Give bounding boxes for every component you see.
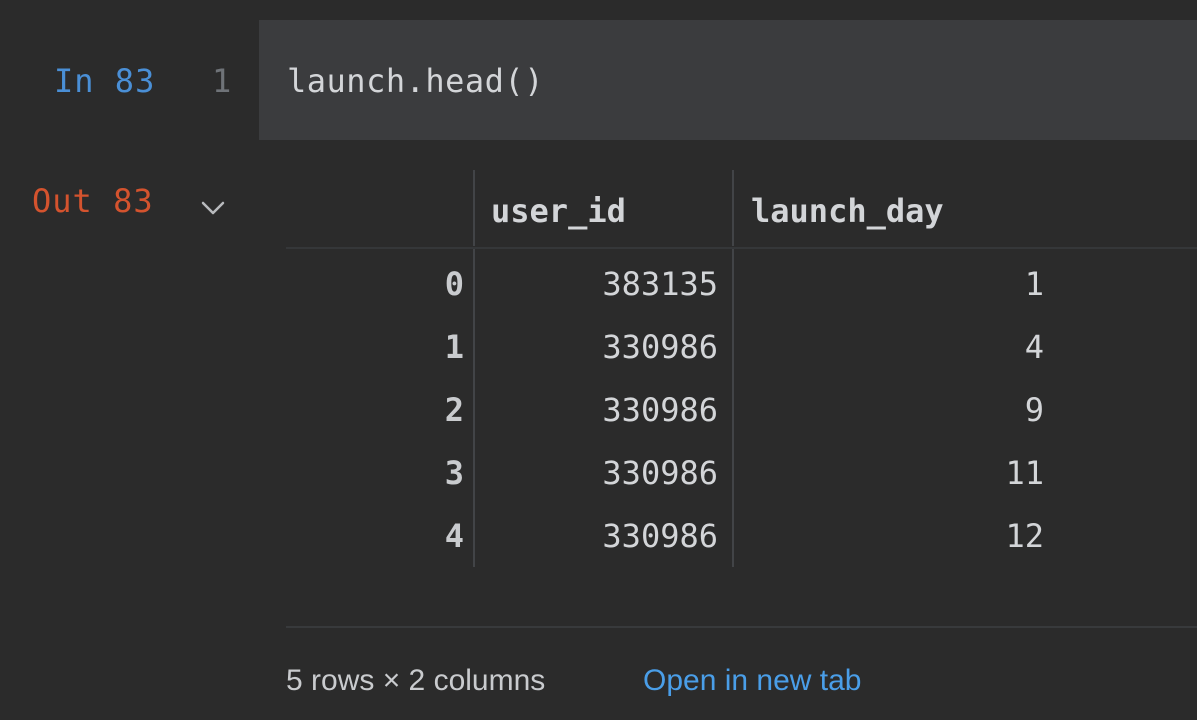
cell-user-id: 330986 xyxy=(602,454,718,492)
cell-user-id: 383135 xyxy=(602,265,718,303)
code-editor[interactable]: launch.head() xyxy=(259,20,1197,140)
line-number: 1 xyxy=(212,62,232,100)
row-index: 0 xyxy=(444,265,464,303)
cell-launch-day: 12 xyxy=(1005,517,1044,555)
row-index: 4 xyxy=(444,517,464,555)
footer-divider xyxy=(286,626,1197,628)
column-divider xyxy=(732,249,734,567)
input-prompt-label: In 83 xyxy=(54,62,156,100)
cell-user-id: 330986 xyxy=(602,517,718,555)
code-line[interactable]: launch.head() xyxy=(287,62,544,100)
header-divider xyxy=(473,170,475,246)
dataframe-table: user_id launch_day 0 383135 1 1 330986 4… xyxy=(286,170,1197,570)
cell-launch-day: 1 xyxy=(1024,265,1044,303)
row-index: 1 xyxy=(444,328,464,366)
chevron-down-icon[interactable] xyxy=(199,198,227,218)
header-divider xyxy=(732,170,734,246)
column-header-launch-day[interactable]: launch_day xyxy=(751,192,944,230)
cell-launch-day: 11 xyxy=(1005,454,1044,492)
input-cell: In 83 1 launch.head() xyxy=(0,0,1197,160)
cell-user-id: 330986 xyxy=(602,391,718,429)
row-index: 3 xyxy=(444,454,464,492)
output-prompt-label: Out 83 xyxy=(32,182,154,220)
cell-user-id: 330986 xyxy=(602,328,718,366)
table-size-summary: 5 rows × 2 columns xyxy=(286,664,546,697)
column-header-user-id[interactable]: user_id xyxy=(491,192,626,230)
cell-launch-day: 9 xyxy=(1024,391,1044,429)
open-in-new-tab-link[interactable]: Open in new tab xyxy=(643,664,861,698)
index-divider xyxy=(473,249,475,567)
cell-launch-day: 4 xyxy=(1024,328,1044,366)
header-bottom-border xyxy=(286,247,1197,249)
row-index: 2 xyxy=(444,391,464,429)
